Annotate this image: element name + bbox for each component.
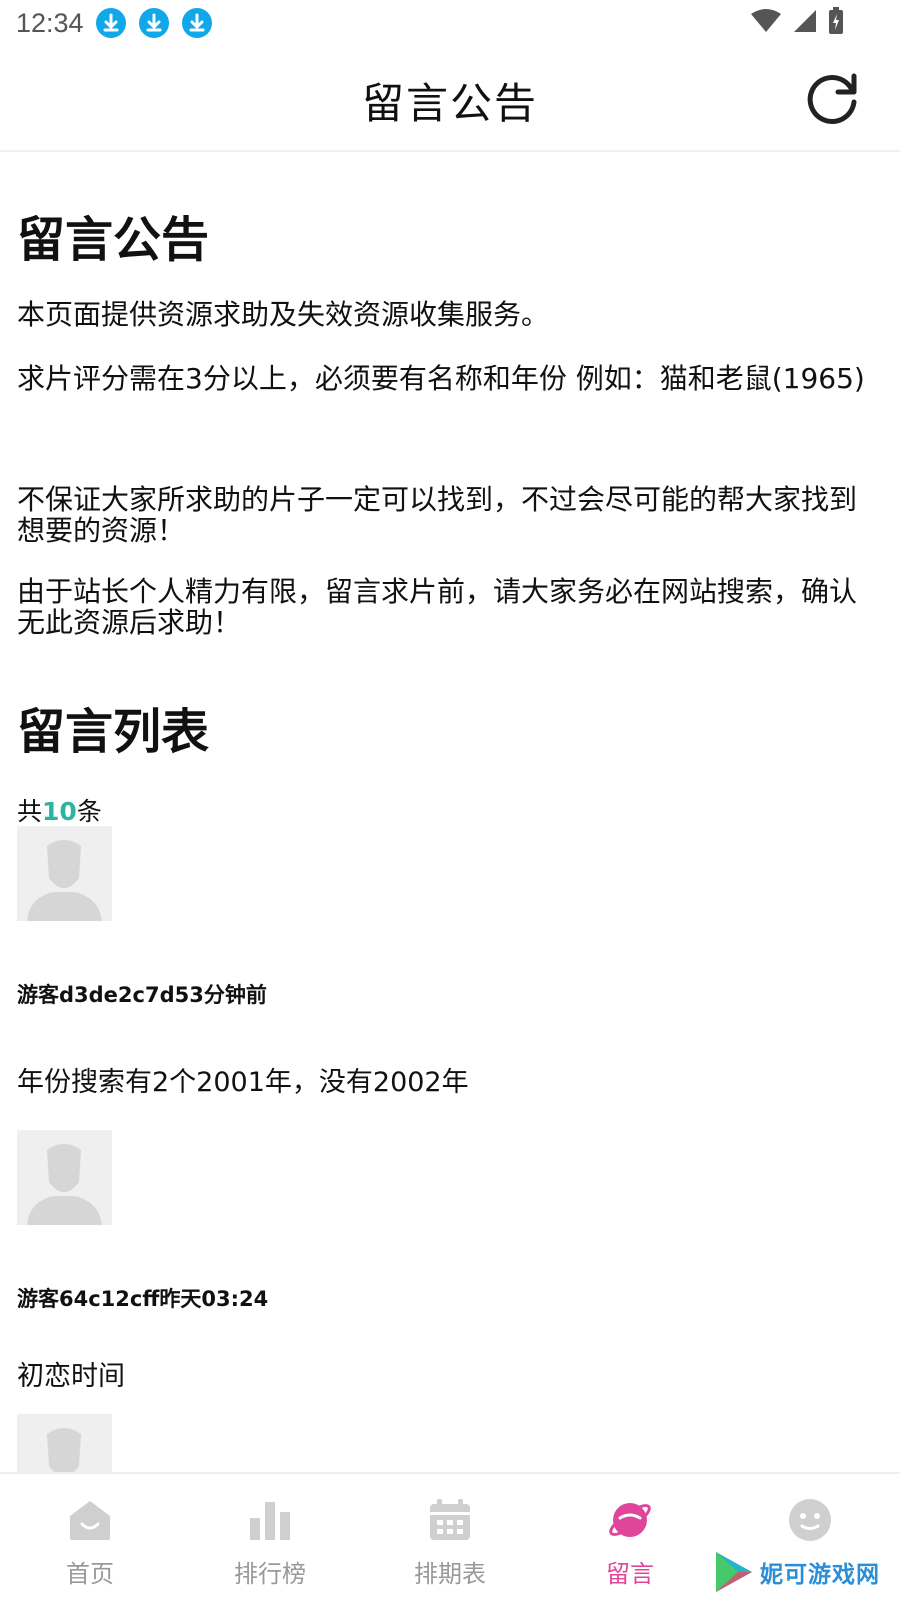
nav-label: 留言: [606, 1560, 654, 1588]
notice-paragraph: 不保证大家所求助的片子一定可以找到，不过会尽可能的帮大家找到想要的资源！: [17, 483, 858, 547]
message-meta: 游客64c12cff昨天03:24: [17, 1287, 269, 1311]
message-meta: 游客d3de2c7d53分钟前: [17, 983, 267, 1007]
user-placeholder-icon: [17, 826, 112, 921]
battery-icon: [828, 7, 844, 39]
message-list-heading: 留言列表: [17, 704, 210, 760]
download-icon: [139, 8, 169, 38]
title-bar: 留言公告: [0, 48, 900, 152]
avatar: [17, 826, 112, 921]
nav-item-ranking[interactable]: 排行榜: [180, 1474, 360, 1600]
nav-label: 排行榜: [234, 1560, 306, 1588]
nav-item-schedule[interactable]: 排期表: [360, 1474, 540, 1600]
list-item: 游客d3de2c7d53分钟前 年份搜索有2个2001年，没有2002年: [17, 826, 879, 1116]
message-text: 年份搜索有2个2001年，没有2002年: [17, 1067, 469, 1098]
notice-paragraph: 求片评分需在3分以上，必须要有名称和年份 例如：猫和老鼠(1965): [17, 362, 865, 395]
count-prefix: 共: [17, 797, 43, 826]
message-text: 初恋时间: [17, 1361, 125, 1392]
notice-paragraph: 本页面提供资源求助及失效资源收集服务。: [17, 298, 550, 331]
page-title: 留言公告: [361, 79, 538, 128]
content-area[interactable]: 留言公告 本页面提供资源求助及失效资源收集服务。 求片评分需在3分以上，必须要有…: [17, 152, 883, 1472]
play-logo-icon: [716, 1552, 752, 1592]
user-placeholder-icon: [17, 1130, 112, 1225]
smiley-icon: [789, 1499, 831, 1541]
notice-paragraph: 由于站长个人精力有限，留言求片前，请大家务必在网站搜索，确认无此资源后求助！: [17, 575, 858, 639]
signal-icon: [792, 8, 818, 38]
count-suffix: 条: [76, 797, 102, 826]
status-time: 12:34: [16, 8, 84, 38]
status-indicators: [750, 7, 844, 39]
count-number: 10: [42, 797, 77, 826]
nav-label: 排期表: [414, 1560, 486, 1588]
watermark: 妮可游戏网: [714, 1548, 880, 1596]
list-item: 游客64c12cff昨天03:24 初恋时间: [17, 1130, 879, 1410]
planet-icon: [609, 1503, 651, 1537]
status-bar: 12:34: [0, 0, 900, 48]
chart-icon: [250, 1502, 290, 1540]
wifi-icon: [750, 8, 782, 38]
refresh-button[interactable]: [804, 68, 864, 128]
calendar-icon: [430, 1499, 470, 1540]
notice-heading: 留言公告: [17, 212, 210, 268]
home-icon: [70, 1501, 110, 1540]
download-icon: [182, 8, 212, 38]
nav-item-home[interactable]: 首页: [0, 1474, 180, 1600]
list-item: [17, 1414, 879, 1472]
avatar: [17, 1414, 112, 1472]
message-count: 共10条: [17, 792, 102, 828]
refresh-icon: [807, 73, 857, 124]
avatar: [17, 1130, 112, 1225]
download-icon: [96, 8, 126, 38]
user-placeholder-icon: [17, 1414, 112, 1472]
watermark-text: 妮可游戏网: [760, 1562, 880, 1588]
nav-label: 首页: [66, 1560, 114, 1588]
nav-item-messages[interactable]: 留言: [540, 1474, 720, 1600]
